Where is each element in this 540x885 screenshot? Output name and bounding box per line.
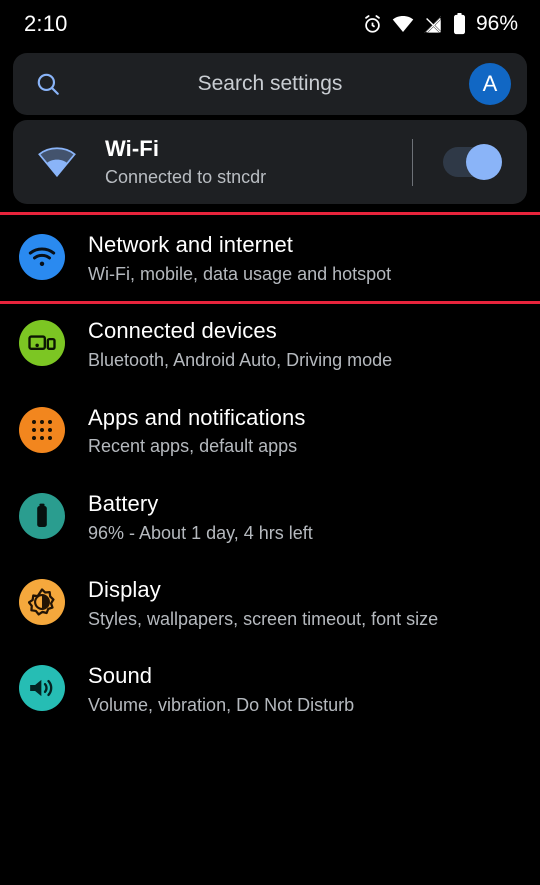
settings-row-title: Connected devices xyxy=(88,318,277,344)
settings-row-apps-and-notifications[interactable]: Apps and notifications Recent apps, defa… xyxy=(0,389,540,475)
speaker-icon xyxy=(19,665,65,712)
settings-row-text: Battery 96% - About 1 day, 4 hrs left xyxy=(88,491,323,545)
wifi-icon xyxy=(392,15,414,33)
settings-row-subtitle: Recent apps, default apps xyxy=(88,436,298,457)
apps-grid-icon xyxy=(19,406,65,453)
settings-row-text: Connected devices Bluetooth, Android Aut… xyxy=(88,318,402,372)
settings-list: Network and internet Wi-Fi, mobile, data… xyxy=(0,211,540,734)
brightness-icon xyxy=(19,579,65,625)
search-icon[interactable] xyxy=(35,71,61,97)
battery-icon xyxy=(19,492,65,539)
search-bar[interactable]: Search settings A xyxy=(13,53,527,115)
apps-grid-dots xyxy=(32,419,52,440)
settings-row-title: Battery xyxy=(88,490,159,516)
settings-row-text: Display Styles, wallpapers, screen timeo… xyxy=(88,577,448,631)
settings-row-title: Sound xyxy=(88,663,153,689)
settings-screen: 2:10 96% Search settings A Wi-Fi Connect… xyxy=(0,0,540,885)
settings-row-display[interactable]: Display Styles, wallpapers, screen timeo… xyxy=(0,561,540,647)
wifi-text-block: Wi-Fi Connected to stncdr xyxy=(105,136,412,188)
wifi-toggle[interactable] xyxy=(443,144,502,180)
settings-row-subtitle: Wi-Fi, mobile, data usage and hotspot xyxy=(88,263,392,284)
settings-row-network-and-internet[interactable]: Network and internet Wi-Fi, mobile, data… xyxy=(0,211,540,305)
settings-row-title: Network and internet xyxy=(88,232,293,257)
status-icon-group: 96% xyxy=(362,12,518,36)
settings-row-subtitle: Volume, vibration, Do Not Disturb xyxy=(88,695,355,716)
status-bar: 2:10 96% xyxy=(0,0,540,48)
settings-row-subtitle: Styles, wallpapers, screen timeout, font… xyxy=(88,608,439,629)
search-input[interactable]: Search settings xyxy=(13,72,527,96)
settings-row-text: Sound Volume, vibration, Do Not Disturb xyxy=(88,663,364,717)
battery-icon xyxy=(453,13,466,35)
settings-row-sound[interactable]: Sound Volume, vibration, Do Not Disturb xyxy=(0,647,540,733)
settings-row-title: Display xyxy=(88,577,161,602)
settings-row-title: Apps and notifications xyxy=(88,404,306,430)
settings-row-battery[interactable]: Battery 96% - About 1 day, 4 hrs left xyxy=(0,475,540,561)
alarm-icon xyxy=(362,14,383,35)
wifi-title: Wi-Fi xyxy=(105,136,160,161)
settings-row-subtitle: 96% - About 1 day, 4 hrs left xyxy=(88,522,313,543)
avatar[interactable]: A xyxy=(469,63,511,105)
settings-row-text: Apps and notifications Recent apps, defa… xyxy=(88,405,315,459)
settings-row-text: Network and internet Wi-Fi, mobile, data… xyxy=(88,232,401,286)
status-clock: 2:10 xyxy=(24,11,68,36)
settings-row-connected-devices[interactable]: Connected devices Bluetooth, Android Aut… xyxy=(0,302,540,388)
cellular-no-signal-icon xyxy=(423,15,444,34)
wifi-icon xyxy=(37,147,83,178)
connected-devices-icon xyxy=(19,320,65,367)
wifi-toggle-thumb[interactable] xyxy=(466,144,502,180)
settings-row-subtitle: Bluetooth, Android Auto, Driving mode xyxy=(88,350,393,371)
wifi-card[interactable]: Wi-Fi Connected to stncdr xyxy=(13,120,527,204)
wifi-subtitle: Connected to stncdr xyxy=(105,167,267,187)
wifi-divider xyxy=(412,138,413,186)
battery-percent-label: 96% xyxy=(475,12,518,35)
network-wifi-icon xyxy=(19,234,65,280)
